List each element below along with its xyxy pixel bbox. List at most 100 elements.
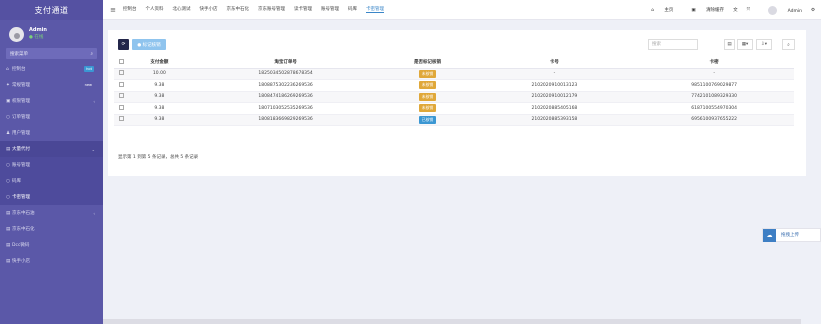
settings-icon[interactable]: ⚙ [811,8,815,13]
table-cell-amount: 9.38 [128,79,191,92]
sidebar-item-label: 码库 [12,179,21,184]
user-panel: Admin ● 在线 [0,20,103,48]
table-cell-card-no: 2102020910012179 [474,91,635,103]
top-nav-tab[interactable]: 读卡管理 [294,6,312,13]
sidebar-item-label: 卡密管理 [12,195,30,200]
sidebar-menu: ⌂ 控制台 hot ✦ 常规管理 new ▣ 权限管理 ‹ ○ 订单管理 ♟ 用户管理 ▤ 大量代付 ⌄ ○ 账号… [0,61,103,269]
content-panel: ⟳ ● 标记核销 搜索 ▤ ▦▾ ⇩▾ ⌕ 支付金额 淘宝订单号 是否标记核销 卡号卡… [108,30,806,176]
column-header: 淘宝订单号 [190,57,381,69]
table-cell-card-no: 2102020910013123 [474,79,635,92]
pagination-info: 显示第 1 到第 5 条记录，总共 5 条记录 [118,155,199,160]
row-checkbox[interactable] [114,68,128,80]
sidebar-item[interactable]: ▣ 权限管理 ‹ [0,93,103,109]
user-name: Admin [29,27,47,33]
brand-title[interactable]: 支付通道 [0,0,103,20]
horizontal-scrollbar[interactable] [103,319,801,324]
table-cell-card-secret: - [634,68,794,80]
sidebar-item[interactable]: ♟ 用户管理 [0,125,103,141]
search-input[interactable]: 搜索 [648,39,698,50]
chevron-icon: ‹ [93,210,95,216]
sidebar-item-label: 京东中石化 [12,227,35,232]
table-row[interactable]: 10.00 1825034502878678354 未核销 - - [114,68,794,80]
column-header: 支付金额 [128,57,191,69]
table-cell-card-secret: 6956100937655222 [634,114,794,126]
sidebar-item-label: 控制台 [12,67,26,72]
top-nav-tab[interactable]: 京东中石化 [227,6,250,13]
search-icon: ⌕ [90,51,93,57]
table-cell-order: 1808474186269269536 [190,91,381,103]
table-row[interactable]: 9.38 1808875302236269536 未核销 21020209100131… [114,79,794,92]
column-header: 是否标记核销 [380,57,475,69]
row-checkbox[interactable] [114,102,128,115]
sidebar-item-label: 订单管理 [12,115,30,120]
table-cell-amount: 10.00 [128,68,191,80]
sidebar-item-label: 京东中石油 [12,211,35,216]
top-nav-tab[interactable]: 个人资料 [146,6,164,13]
sidebar-item-label: Dcc微码 [12,243,30,248]
status-badge: hot [84,66,94,72]
column-header: 卡号 [474,57,635,69]
table-cell-amount: 9.38 [128,114,191,126]
sidebar-item[interactable]: ⌂ 控制台 hot [0,61,103,77]
mark-writeoff-button[interactable]: ● 标记核销 [132,39,166,50]
sidebar-item[interactable]: ○ 码库 [0,173,103,189]
top-nav-tab[interactable]: 码库 [348,6,357,13]
table-cell-amount: 9.38 [128,91,191,103]
refresh-icon: ⟳ [121,42,126,47]
top-nav-tab[interactable]: 卡密管理 [366,6,384,13]
top-nav-tab[interactable]: 北心测试 [173,6,191,13]
drag-upload-widget[interactable]: ☁ 拖拽上传 [762,228,821,242]
sidebar-item-label: 账号管理 [12,163,30,168]
table-cell-card-secret: 9851100769029877 [634,79,794,92]
user-menu[interactable]: Admin [759,5,802,15]
top-nav: 控制台 个人资料 北心测试 快手小店 京东中石化 京东账号管理 读卡管理 账号管理 码库 卡密管理 [123,6,393,13]
status-badge: new [82,82,94,88]
table-cell-amount: 9.38 [128,102,191,115]
table-cell-card-secret: 7742101089329330 [634,91,794,103]
select-all-checkbox[interactable] [114,57,128,69]
export-dropdown-icon[interactable]: ⇩▾ [756,39,772,50]
sidebar-search[interactable]: 搜索菜单 ⌕ [6,48,97,59]
sidebar-search-label: 搜索菜单 [10,51,28,57]
row-checkbox[interactable] [114,79,128,92]
sidebar-item[interactable]: ▤ Dcc微码 [0,237,103,253]
home-icon: ⌂ [651,8,656,13]
table-cell-card-no: 2102020885393158 [474,114,635,126]
row-checkbox[interactable] [114,114,128,126]
sidebar-item[interactable]: ○ 订单管理 [0,109,103,125]
table-row[interactable]: 9.38 1808474186269269536 未核销 21020209100121… [114,91,794,103]
table-cell-order: 1825034502878678354 [190,68,381,80]
menu-toggle-icon[interactable]: ≡ [103,6,123,14]
column-header: 卡密 [634,57,794,69]
row-checkbox[interactable] [114,91,128,103]
columns-dropdown-icon[interactable]: ▦▾ [737,39,753,50]
sidebar-item-label: 权限管理 [12,99,30,104]
cloud-upload-icon: ☁ [763,228,776,242]
status-badge: 已核销 [418,115,437,124]
status-cell: 未核销 [380,102,475,115]
sidebar-item[interactable]: ▤ 快手小店 [0,253,103,269]
toggle-view-icon[interactable]: ▤ [724,39,735,50]
sidebar-item[interactable]: ▤ 京东中石化 [0,221,103,237]
table-cell-order: 1807103052535269536 [190,102,381,115]
sidebar-item[interactable]: ○ 卡密管理 [0,189,103,205]
sidebar-item[interactable]: ▤ 京东中石油 ‹ [0,205,103,221]
translate-icon[interactable]: 文 [733,7,738,13]
top-nav-tab[interactable]: 京东账号管理 [258,6,285,13]
refresh-button[interactable]: ⟳ [118,39,129,50]
sidebar-item[interactable]: ✦ 常规管理 new [0,77,103,93]
top-nav-tab[interactable]: 账号管理 [321,6,339,13]
search-icon[interactable]: ⌕ [782,39,795,50]
table-row[interactable]: 9.38 1807103052535269536 未核销 21020208854051… [114,102,794,115]
table-cell-card-no: - [474,68,635,80]
top-nav-tab[interactable]: 快手小店 [200,6,218,13]
fullscreen-icon[interactable]: ⤧ [747,7,751,13]
status-badge: 未核销 [418,104,437,113]
status-cell: 已核销 [380,114,475,126]
table-row[interactable]: 9.38 1808183669829269536 已核销 21020208853931… [114,114,794,126]
home-link[interactable]: ⌂ 主页 [642,7,673,13]
clear-cache-link[interactable]: ▣ 清除缓存 [682,7,724,13]
top-nav-tab[interactable]: 控制台 [123,6,137,13]
sidebar-item[interactable]: ▤ 大量代付 ⌄ [0,141,103,157]
sidebar-item[interactable]: ○ 账号管理 [0,157,103,173]
